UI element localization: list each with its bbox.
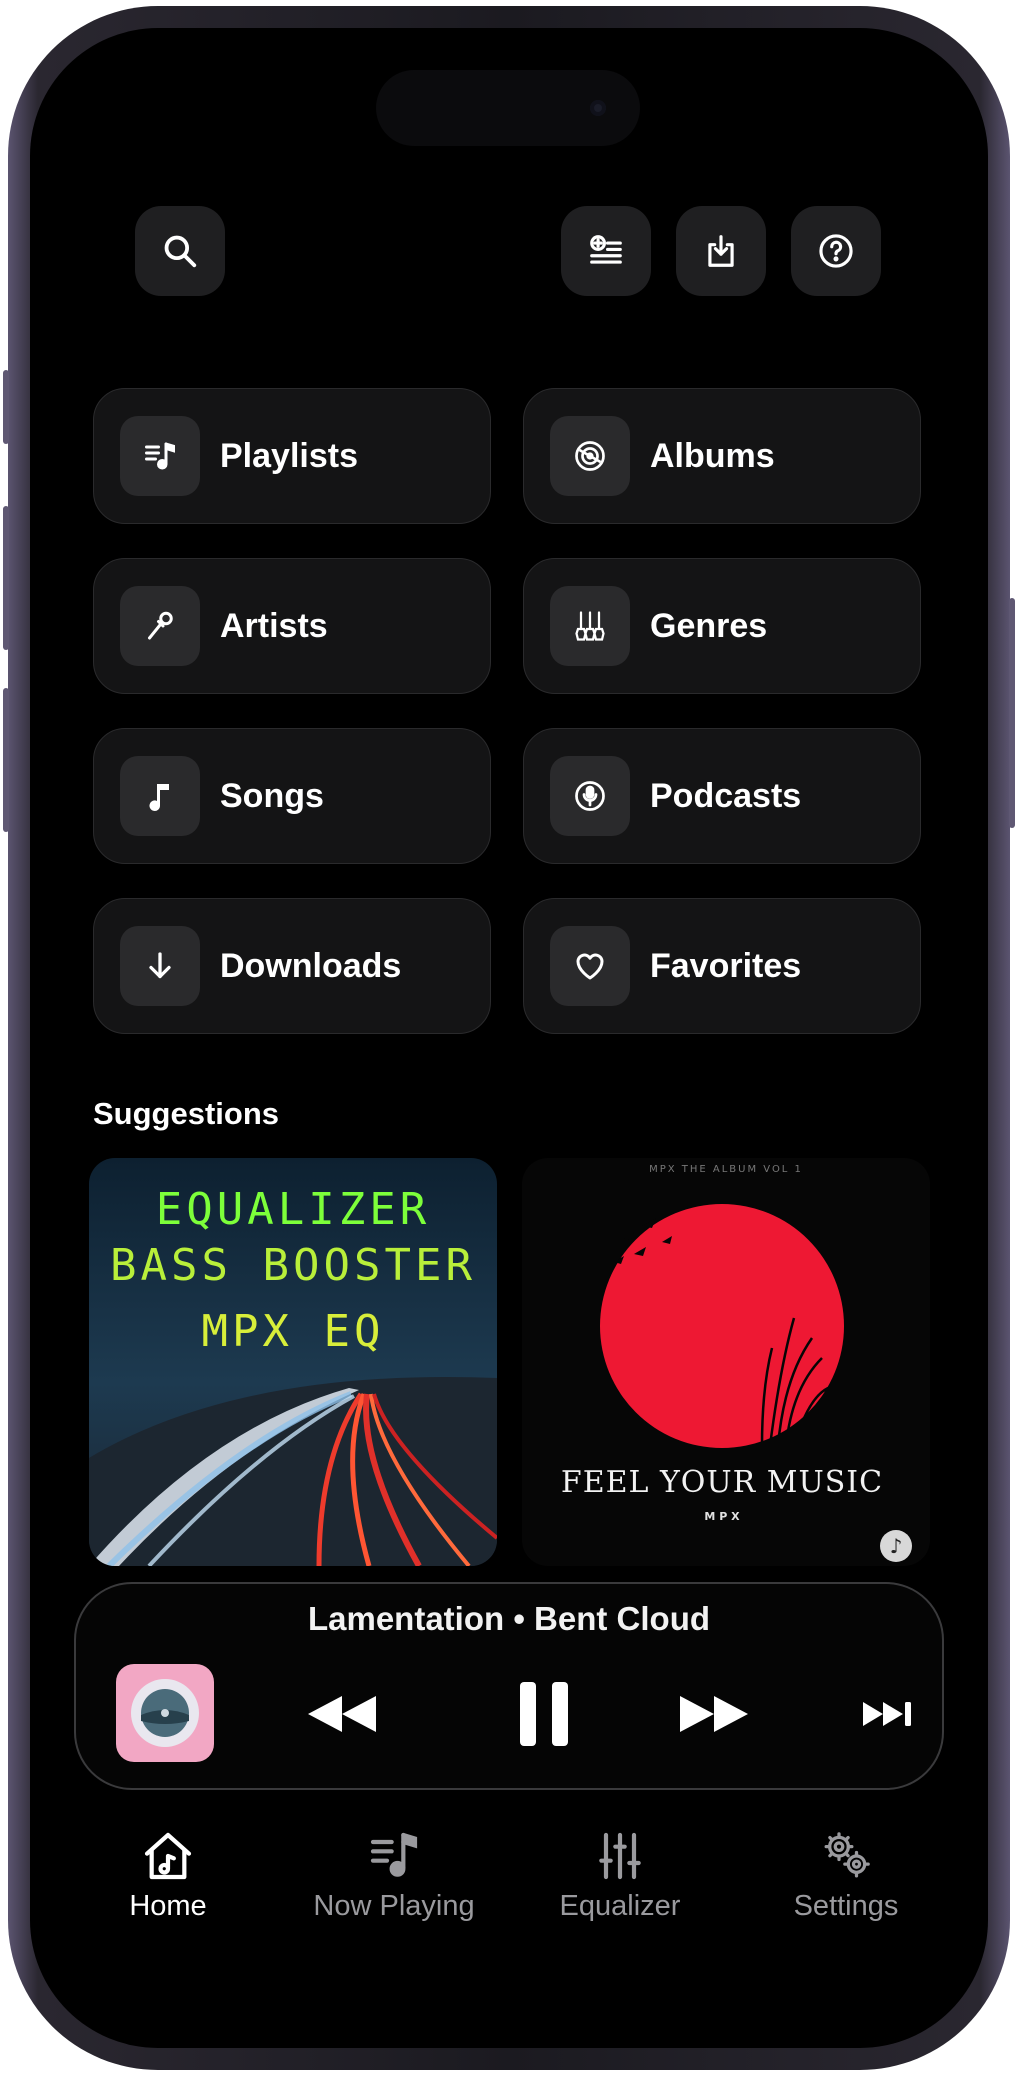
tab-home[interactable]: Home [68,1828,268,1923]
suggestion-card-feel-your-music[interactable]: MPX THE ALBUM VOL 1 FEEL YOUR MUSIC M P … [522,1158,930,1566]
microphone-icon [148,611,173,640]
library-playlists[interactable]: Playlists [93,388,491,524]
library-label: Artists [220,606,328,645]
cover-headline: FEEL YOUR MUSIC [561,1465,883,1500]
library-label: Playlists [220,436,358,475]
equalizer-cover-art: EQUALIZER BASS BOOSTER MPX EQ [89,1158,497,1566]
front-camera [590,100,606,116]
cover-top-text: MPX THE ALBUM VOL 1 [649,1164,803,1175]
svg-text:♪: ♪ [890,1534,903,1558]
now-playing-artwork[interactable] [116,1664,214,1762]
next-track-icon [863,1702,911,1726]
cover-sub: M P X [704,1510,740,1523]
app-screen: Playlists Albums Artists Genres Songs Po… [30,28,988,2048]
pause-icon [520,1682,568,1746]
heart-icon-wrap [550,926,630,1006]
playlist-icon [145,442,175,470]
suggestion-card-equalizer[interactable]: EQUALIZER BASS BOOSTER MPX EQ [89,1158,497,1566]
library-downloads[interactable]: Downloads [93,898,491,1034]
help-button[interactable] [791,206,881,296]
album-icon-wrap [550,416,630,496]
artwork-thumbnail [131,1679,199,1747]
playlist-icon-wrap [120,416,200,496]
cover-line-1: EQUALIZER [156,1184,430,1235]
search-icon [164,235,197,268]
tab-settings[interactable]: Settings [746,1828,946,1923]
library-songs[interactable]: Songs [93,728,491,864]
tab-label: Now Playing [313,1890,475,1922]
action-button [3,370,9,444]
volume-down-button [3,688,9,832]
cover-line-2: BASS BOOSTER [110,1240,476,1291]
podcast-icon [575,781,605,811]
library-albums[interactable]: Albums [523,388,921,524]
tab-equalizer[interactable]: Equalizer [520,1828,720,1923]
guitars-icon-wrap [550,586,630,666]
library-label: Podcasts [650,776,802,815]
now-playing-title: Lamentation • Bent Cloud [307,1600,711,1637]
add-to-queue-button[interactable] [561,206,651,296]
mini-player[interactable]: Lamentation • Bent Cloud [74,1582,944,1790]
home-icon [144,1832,192,1880]
microphone-icon-wrap [120,586,200,666]
music-note-icon [149,784,169,811]
music-note-icon-wrap [120,756,200,836]
search-button[interactable] [135,206,225,296]
previous-button[interactable] [304,1688,380,1740]
library-label: Albums [650,436,775,475]
album-icon [575,441,605,471]
volume-up-button [3,506,9,650]
arrow-down-icon-wrap [120,926,200,1006]
tab-label: Home [129,1890,207,1922]
tab-now-playing[interactable]: Now Playing [294,1828,494,1923]
rewind-icon [308,1696,376,1732]
podcast-icon-wrap [550,756,630,836]
library-label: Favorites [650,946,802,985]
tab-label: Settings [793,1890,899,1922]
library-label: Downloads [220,946,402,985]
library-genres[interactable]: Genres [523,558,921,694]
library-favorites[interactable]: Favorites [523,898,921,1034]
fast-forward-icon [680,1696,748,1732]
pause-button[interactable] [514,1678,574,1750]
fast-forward-button[interactable] [676,1688,752,1740]
help-icon [819,234,853,268]
feel-your-music-cover-art: MPX THE ALBUM VOL 1 FEEL YOUR MUSIC M P … [522,1158,930,1566]
gears-icon [824,1832,870,1878]
tab-label: Equalizer [559,1890,681,1922]
download-tray-icon [708,235,734,267]
guitars-icon [575,611,605,641]
import-button[interactable] [676,206,766,296]
library-artists[interactable]: Artists [93,558,491,694]
now-playing-icon [370,1832,418,1877]
library-podcasts[interactable]: Podcasts [523,728,921,864]
library-label: Genres [650,606,768,645]
arrow-down-icon [149,952,171,979]
suggestions-title: Suggestions [93,1096,280,1131]
heart-icon [576,953,604,980]
next-track-button[interactable] [860,1696,916,1732]
add-to-queue-icon [590,235,622,264]
power-button [1009,598,1015,828]
equalizer-sliders-icon [599,1832,641,1880]
library-label: Songs [220,776,324,815]
cover-line-3: MPX EQ [202,1306,385,1357]
